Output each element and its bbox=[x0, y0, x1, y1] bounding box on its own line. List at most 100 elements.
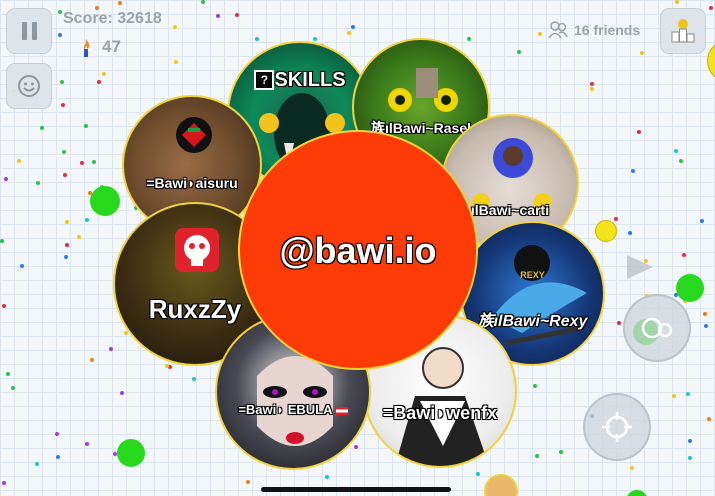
food-pellet bbox=[704, 324, 708, 328]
smiley-icon bbox=[18, 75, 40, 97]
player-name-aisuru: =Bawi◗aisuru bbox=[146, 175, 238, 191]
food-pellet bbox=[173, 25, 177, 29]
food-pellet bbox=[60, 80, 64, 84]
food-pellet bbox=[63, 173, 67, 177]
food-pellet bbox=[686, 392, 690, 396]
flag-icon bbox=[335, 406, 348, 415]
food-pellet bbox=[90, 358, 94, 362]
food-pellet bbox=[703, 312, 707, 316]
food-pellet bbox=[85, 442, 89, 446]
food-pellet bbox=[672, 394, 676, 398]
emoji-button[interactable] bbox=[6, 63, 52, 109]
food-pellet bbox=[255, 37, 259, 41]
food-pellet bbox=[92, 160, 96, 164]
player-name-ebula: =Bawi◗ EBULA bbox=[238, 402, 333, 417]
food-pellet bbox=[56, 455, 60, 459]
food-pellet bbox=[61, 103, 65, 107]
food-pellet bbox=[17, 159, 21, 163]
player-name-center: @bawi.io bbox=[279, 230, 437, 271]
food-pellet bbox=[351, 25, 355, 29]
food-pellet bbox=[235, 13, 239, 17]
food-pellet bbox=[347, 31, 351, 35]
food-pellet bbox=[11, 386, 15, 390]
food-pellet bbox=[559, 450, 563, 454]
food-pellet bbox=[77, 235, 81, 239]
food-pellet bbox=[325, 475, 329, 479]
food-pellet bbox=[118, 1, 122, 5]
crosshair-icon bbox=[602, 412, 632, 442]
food-pellet bbox=[102, 72, 106, 76]
food-pellet bbox=[40, 126, 44, 130]
food-pellet bbox=[120, 391, 124, 395]
friends-count: 16 friends bbox=[574, 22, 641, 38]
leaderboard-icon bbox=[671, 19, 695, 43]
yellow-blob bbox=[707, 40, 715, 82]
coin-count: 47 bbox=[102, 37, 121, 56]
eject-mass-button[interactable] bbox=[583, 393, 651, 461]
food-pellet bbox=[192, 377, 196, 381]
direction-arrow-icon bbox=[627, 255, 653, 279]
food-pellet bbox=[628, 231, 632, 235]
food-pellet bbox=[80, 161, 84, 165]
food-pellet bbox=[688, 456, 692, 460]
food-pellet bbox=[707, 417, 711, 421]
friends-icon bbox=[548, 21, 568, 39]
food-pellet bbox=[590, 87, 594, 91]
pause-button[interactable] bbox=[6, 8, 52, 54]
food-pellet bbox=[637, 130, 641, 134]
friends-indicator[interactable]: 16 friends bbox=[548, 21, 640, 39]
food-pellet bbox=[675, 0, 679, 4]
food-pellet bbox=[20, 264, 24, 268]
food-pellet bbox=[2, 481, 6, 485]
food-pellet bbox=[0, 239, 4, 243]
food-pellet bbox=[174, 60, 178, 64]
food-pellet bbox=[35, 462, 39, 466]
food-pellet bbox=[674, 149, 678, 153]
small-player-cell bbox=[484, 474, 518, 496]
green-blob bbox=[117, 439, 145, 467]
food-pellet bbox=[58, 33, 62, 37]
food-pellet bbox=[36, 181, 40, 185]
food-pellet bbox=[6, 372, 10, 376]
food-pellet bbox=[631, 169, 635, 173]
green-blob bbox=[626, 490, 648, 496]
split-icon bbox=[641, 317, 673, 339]
food-pellet bbox=[709, 6, 713, 10]
food-pellet bbox=[4, 177, 8, 181]
food-pellet bbox=[700, 219, 704, 223]
food-pellet bbox=[535, 454, 539, 458]
food-pellet bbox=[640, 51, 644, 55]
split-button[interactable] bbox=[623, 294, 691, 362]
green-blob bbox=[676, 274, 704, 302]
food-pellet bbox=[538, 32, 542, 36]
leaderboard-button[interactable] bbox=[660, 8, 706, 54]
food-pellet bbox=[2, 304, 6, 308]
player-name-skills: SKILLS bbox=[274, 69, 346, 91]
food-pellet bbox=[65, 220, 69, 224]
rexy-logo-text: REXY bbox=[520, 270, 545, 280]
food-pellet bbox=[617, 321, 621, 325]
food-pellet bbox=[590, 82, 594, 86]
food-pellet bbox=[679, 159, 683, 163]
food-pellet bbox=[62, 150, 66, 154]
food-pellet bbox=[517, 50, 521, 54]
player-cell-center: @bawi.io bbox=[238, 130, 478, 370]
food-pellet bbox=[55, 432, 59, 436]
food-pellet bbox=[84, 124, 88, 128]
food-pellet bbox=[476, 472, 480, 476]
food-pellet bbox=[64, 255, 68, 259]
food-pellet bbox=[216, 14, 220, 18]
torch-icon bbox=[79, 37, 93, 62]
pause-icon bbox=[21, 22, 37, 40]
food-pellet bbox=[165, 364, 169, 368]
food-pellet bbox=[688, 439, 692, 443]
score-label: Score: 32618 bbox=[63, 10, 162, 27]
food-pellet bbox=[109, 347, 113, 351]
question-box-icon: ? bbox=[254, 70, 275, 90]
food-pellet bbox=[533, 384, 537, 388]
food-pellet bbox=[97, 80, 101, 84]
food-pellet bbox=[85, 218, 89, 222]
player-name-wenfx: =Bawi◗wenfx bbox=[382, 403, 498, 423]
food-pellet bbox=[630, 466, 634, 470]
food-pellet bbox=[246, 480, 250, 484]
